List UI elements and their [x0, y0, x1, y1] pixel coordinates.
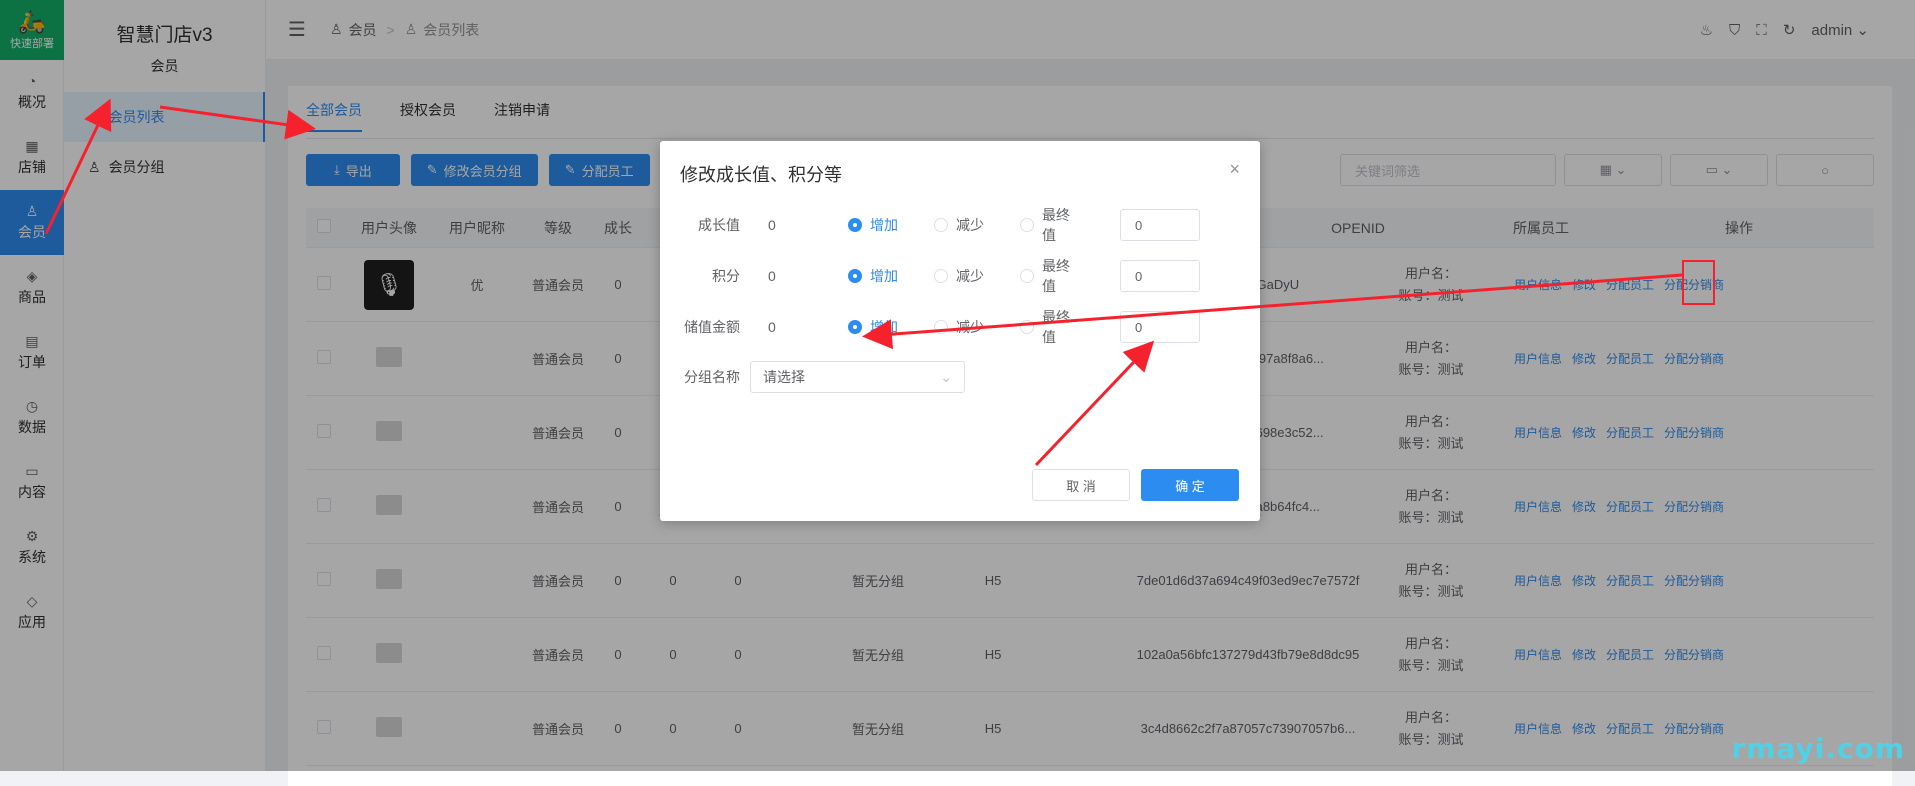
highlight-box [1682, 260, 1715, 305]
points-label: 积分 [712, 268, 740, 284]
radio-dot [934, 320, 948, 334]
growth-decrease-radio[interactable]: 减少 [934, 215, 990, 235]
dialog-title: 修改成长值、积分等 [680, 165, 842, 185]
radio-dot [848, 218, 862, 232]
group-select[interactable]: 请选择 ⌄ [750, 361, 965, 393]
edit-points-dialog: 修改成长值、积分等 × 成长值 0 增加 减少 最终值 0 积分 0 增加 减少… [660, 141, 1260, 521]
radio-label: 增加 [870, 268, 898, 284]
balance-current: 0 [768, 319, 776, 335]
radio-label: 最终值 [1042, 258, 1070, 294]
radio-dot [1020, 269, 1034, 283]
radio-label: 减少 [956, 268, 984, 284]
points-row: 积分 0 增加 减少 最终值 0 [660, 258, 1260, 294]
growth-row: 成长值 0 增加 减少 最终值 0 [660, 207, 1260, 243]
radio-label: 增加 [870, 217, 898, 233]
radio-label: 减少 [956, 217, 984, 233]
growth-current: 0 [768, 217, 776, 233]
points-final-radio[interactable]: 最终值 [1020, 256, 1076, 296]
group-label: 分组名称 [684, 369, 740, 385]
cancel-button[interactable]: 取 消 [1032, 469, 1130, 501]
balance-input[interactable]: 0 [1120, 311, 1200, 343]
balance-row: 储值金额 0 增加 减少 最终值 0 [660, 309, 1260, 345]
radio-dot [848, 269, 862, 283]
confirm-button[interactable]: 确 定 [1141, 469, 1239, 501]
radio-dot [1020, 320, 1034, 334]
points-decrease-radio[interactable]: 减少 [934, 266, 990, 286]
radio-label: 增加 [870, 319, 898, 335]
growth-input[interactable]: 0 [1120, 209, 1200, 241]
radio-label: 最终值 [1042, 309, 1070, 345]
watermark: rmayi.com [1731, 732, 1905, 765]
points-input[interactable]: 0 [1120, 260, 1200, 292]
radio-label: 减少 [956, 319, 984, 335]
radio-dot [934, 269, 948, 283]
radio-dot [934, 218, 948, 232]
points-increase-radio[interactable]: 增加 [848, 266, 904, 286]
radio-dot [848, 320, 862, 334]
balance-final-radio[interactable]: 最终值 [1020, 307, 1076, 347]
growth-final-radio[interactable]: 最终值 [1020, 205, 1076, 245]
balance-decrease-radio[interactable]: 减少 [934, 317, 990, 337]
growth-increase-radio[interactable]: 增加 [848, 215, 904, 235]
points-current: 0 [768, 268, 776, 284]
radio-label: 最终值 [1042, 207, 1070, 243]
balance-increase-radio[interactable]: 增加 [848, 317, 904, 337]
close-icon[interactable]: × [1229, 159, 1240, 180]
group-placeholder: 请选择 [763, 369, 805, 385]
radio-dot [1020, 218, 1034, 232]
balance-label: 储值金额 [684, 319, 740, 335]
group-row: 分组名称 请选择 ⌄ [660, 361, 1260, 393]
chevron-down-icon: ⌄ [940, 368, 952, 385]
growth-label: 成长值 [698, 217, 740, 233]
